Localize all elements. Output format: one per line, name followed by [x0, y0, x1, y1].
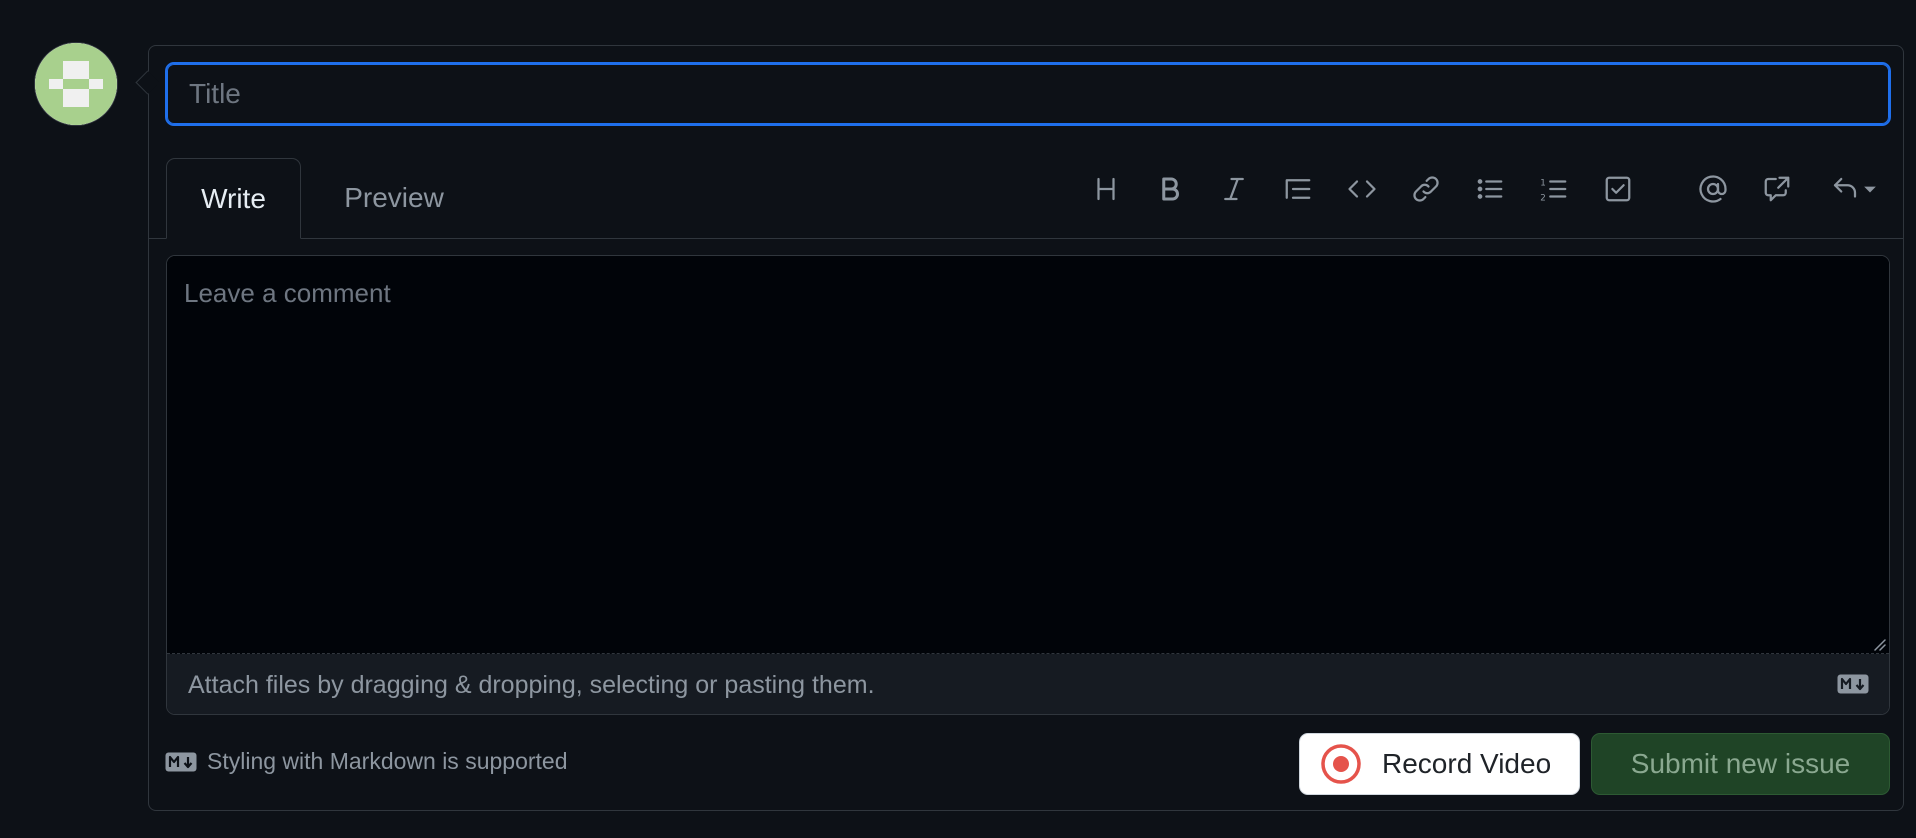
avatar[interactable]	[35, 43, 117, 125]
attach-files-bar[interactable]: Attach files by dragging & dropping, sel…	[167, 654, 1889, 714]
code-icon[interactable]	[1339, 166, 1385, 212]
tab-write[interactable]: Write	[166, 158, 301, 239]
svg-text:2: 2	[1540, 193, 1546, 203]
task-list-icon[interactable]	[1595, 166, 1641, 212]
identicon-avatar-icon	[35, 43, 117, 125]
heading-icon[interactable]	[1083, 166, 1129, 212]
submit-new-issue-button[interactable]: Submit new issue	[1591, 733, 1890, 795]
svg-text:1: 1	[1540, 178, 1546, 188]
comment-textarea[interactable]	[167, 256, 1889, 654]
unordered-list-icon[interactable]	[1467, 166, 1513, 212]
bold-icon[interactable]	[1147, 166, 1193, 212]
ordered-list-icon[interactable]: 12	[1531, 166, 1577, 212]
tab-preview[interactable]: Preview	[319, 158, 469, 238]
markdown-icon	[165, 752, 197, 771]
record-icon	[1320, 743, 1362, 785]
resize-handle-icon[interactable]	[1872, 637, 1886, 651]
cross-reference-icon[interactable]	[1754, 166, 1800, 212]
comment-editor: Attach files by dragging & dropping, sel…	[166, 255, 1890, 715]
title-input[interactable]	[165, 62, 1891, 126]
markdown-icon	[1837, 674, 1869, 694]
quote-icon[interactable]	[1275, 166, 1321, 212]
submit-new-issue-label: Submit new issue	[1630, 748, 1851, 779]
link-icon[interactable]	[1403, 166, 1449, 212]
chevron-down-icon	[1863, 186, 1876, 193]
markdown-supported-text: Styling with Markdown is supported	[207, 748, 568, 774]
record-video-button[interactable]: Record Video	[1299, 733, 1580, 795]
reply-icon[interactable]	[1820, 166, 1886, 212]
attach-files-text: Attach files by dragging & dropping, sel…	[188, 670, 875, 699]
mention-icon[interactable]	[1690, 166, 1736, 212]
record-video-label: Record Video	[1382, 748, 1552, 779]
italic-icon[interactable]	[1211, 166, 1257, 212]
markdown-supported-link[interactable]: Styling with Markdown is supported	[165, 748, 568, 775]
